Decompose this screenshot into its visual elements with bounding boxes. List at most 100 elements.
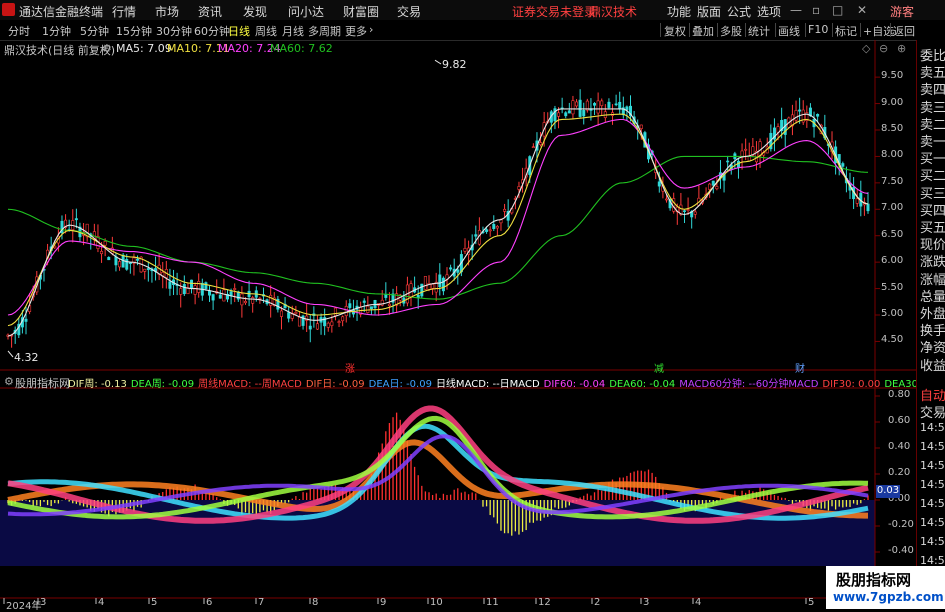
ma-line-ma10 xyxy=(7,113,869,327)
sub-legend-item: DEA周: -0.09 xyxy=(130,379,195,390)
candle-body xyxy=(251,297,255,304)
candle-body xyxy=(758,141,762,157)
price-axis-label: 5.50 xyxy=(881,281,904,293)
candle-body xyxy=(607,101,611,108)
tick-time: 14:56 xyxy=(920,535,945,548)
candle-body xyxy=(798,109,802,112)
candle-body xyxy=(657,181,661,187)
macd-axis-label: 0.60 xyxy=(888,415,911,426)
candle-body xyxy=(179,288,183,295)
x-axis-label: 3 xyxy=(40,597,47,608)
candle-body xyxy=(362,300,366,303)
sub-chart-title: 股朋指标网 xyxy=(15,377,70,390)
quote-field-label[interactable]: 净资 xyxy=(920,337,945,356)
quote-field-label[interactable]: 卖三 xyxy=(920,97,945,116)
candle-body xyxy=(855,198,859,204)
sub-legend-item: MACD60分钟: --60分钟MACD xyxy=(679,379,819,390)
candle-body xyxy=(438,274,442,288)
candle-body xyxy=(168,281,172,289)
candle-body xyxy=(503,208,507,212)
price-axis-label: 7.00 xyxy=(881,202,904,214)
quote-field-label[interactable]: 委比 xyxy=(920,45,945,64)
quote-field-label[interactable]: 卖二 xyxy=(920,114,945,133)
candle-body xyxy=(567,110,571,114)
candle-body xyxy=(240,293,244,306)
candle-body xyxy=(495,226,499,229)
low-price-label: 4.32 xyxy=(14,351,39,364)
macd-axis-label: 0.20 xyxy=(888,467,911,478)
candle-body xyxy=(582,110,586,117)
tick-time: 14:56 xyxy=(920,440,945,453)
candle-body xyxy=(114,256,118,266)
quote-field-label[interactable]: 外盘 xyxy=(920,303,945,322)
candle-body xyxy=(143,268,147,272)
candle-body xyxy=(182,284,186,295)
candle-body xyxy=(315,323,319,330)
candle-body xyxy=(146,268,150,270)
quote-field-label[interactable]: 买三 xyxy=(920,183,945,202)
sub-legend-item: DIF周: -0.13 xyxy=(68,379,127,390)
quote-field-label[interactable]: 涨跌 xyxy=(920,251,945,270)
x-axis-label: 7 xyxy=(258,597,265,608)
candle-body xyxy=(326,322,330,328)
quote-side-panel: 委比 卖五 卖四 卖三 卖二 卖一 买一 买二 买三 买四 买五 现价 涨跌 涨幅 总量 外盘 换手 净资 收益 自动… xyxy=(916,40,945,609)
event-marker-finance[interactable]: 财 xyxy=(795,360,805,375)
candle-body xyxy=(711,180,715,186)
candle-body xyxy=(100,251,104,255)
price-axis-label: 7.50 xyxy=(881,175,904,187)
quote-field-label[interactable]: 现价 xyxy=(920,234,945,253)
quote-field-label[interactable]: 买四 xyxy=(920,200,945,219)
quote-field-label[interactable]: 买一 xyxy=(920,148,945,167)
candle-body xyxy=(330,321,334,326)
quote-field-label[interactable]: 换手 xyxy=(920,320,945,339)
quote-field-label[interactable]: 总量 xyxy=(920,286,945,305)
candle-body xyxy=(841,163,845,167)
quote-field-label[interactable]: 收益 xyxy=(920,355,945,374)
watermark-line2: www.7gpzb.com xyxy=(833,590,944,604)
candle-body xyxy=(279,310,283,317)
candle-body xyxy=(366,305,370,313)
tick-time: 14:56 xyxy=(920,459,945,472)
tick-time: 14:56 xyxy=(920,497,945,510)
x-axis-label: 8 xyxy=(312,597,319,608)
candle-body xyxy=(333,307,337,317)
quote-field-label[interactable]: 卖一 xyxy=(920,131,945,150)
price-axis-label: 6.00 xyxy=(881,255,904,267)
candle-body xyxy=(485,229,489,232)
quote-field-label[interactable]: 卖四 xyxy=(920,79,945,98)
candle-body xyxy=(726,160,730,163)
sub-legend-item: DIF60: -0.04 xyxy=(543,379,606,390)
candle-body xyxy=(866,203,870,212)
candle-body xyxy=(344,306,348,316)
quote-field-label[interactable]: 买五 xyxy=(920,217,945,236)
candle-body xyxy=(664,198,668,201)
candle-body xyxy=(488,229,492,232)
kline-chart[interactable] xyxy=(0,0,916,609)
candle-body xyxy=(539,142,543,145)
candle-body xyxy=(211,294,215,301)
event-marker-reduce[interactable]: 减 xyxy=(654,360,664,375)
candle-body xyxy=(118,261,122,268)
quote-field-label[interactable]: 涨幅 xyxy=(920,269,945,288)
sub-chart-gear-icon[interactable]: ⚙ xyxy=(4,375,14,388)
candle-body xyxy=(297,316,301,327)
ma-line-ma20 xyxy=(7,118,869,316)
low-pointer xyxy=(7,350,14,358)
tick-time: 14:56 xyxy=(920,516,945,529)
candle-body xyxy=(618,101,622,110)
x-axis-label: 6 xyxy=(206,597,213,608)
event-marker-up[interactable]: 涨 xyxy=(345,360,355,375)
watermark-logo: 股朋指标网 www.7gpzb.com xyxy=(826,566,945,609)
candle-body xyxy=(596,100,600,114)
quote-field-label[interactable]: 买二 xyxy=(920,165,945,184)
candle-body xyxy=(74,218,78,221)
sub-legend-item: DEA日: -0.09 xyxy=(368,379,432,390)
quote-field-label[interactable]: 卖五 xyxy=(920,62,945,81)
candle-body xyxy=(24,318,28,322)
trade-label[interactable]: 交易 xyxy=(920,402,945,421)
price-axis-label: 6.50 xyxy=(881,228,904,240)
high-pointer xyxy=(434,59,442,65)
x-axis-label: 2 xyxy=(594,597,601,608)
watermark-line1: 股朋指标网 xyxy=(836,571,912,589)
sub-chart-legend: DIF周: -0.13 DEA周: -0.09 周线MACD: --周MACD DIF… xyxy=(68,375,945,390)
